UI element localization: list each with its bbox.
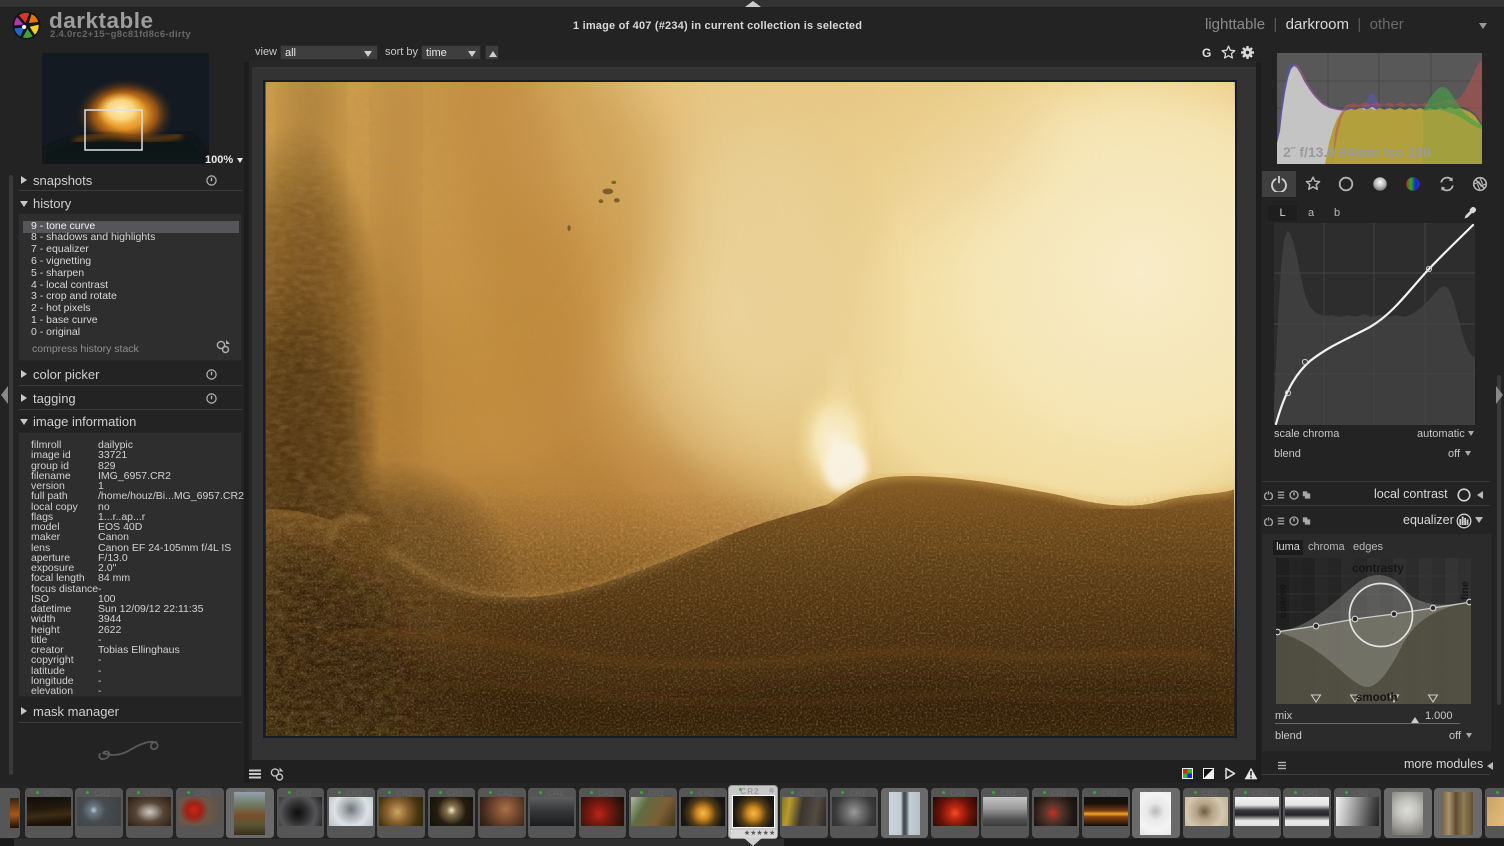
svg-text:contrasty: contrasty <box>1352 563 1404 575</box>
svg-text:coarse: coarse <box>1277 584 1289 618</box>
svg-text:2˝ f/13.0 84mm iso 100: 2˝ f/13.0 84mm iso 100 <box>1283 144 1431 160</box>
svg-text:fine: fine <box>1459 581 1471 600</box>
svg-text:smooth: smooth <box>1356 692 1398 704</box>
